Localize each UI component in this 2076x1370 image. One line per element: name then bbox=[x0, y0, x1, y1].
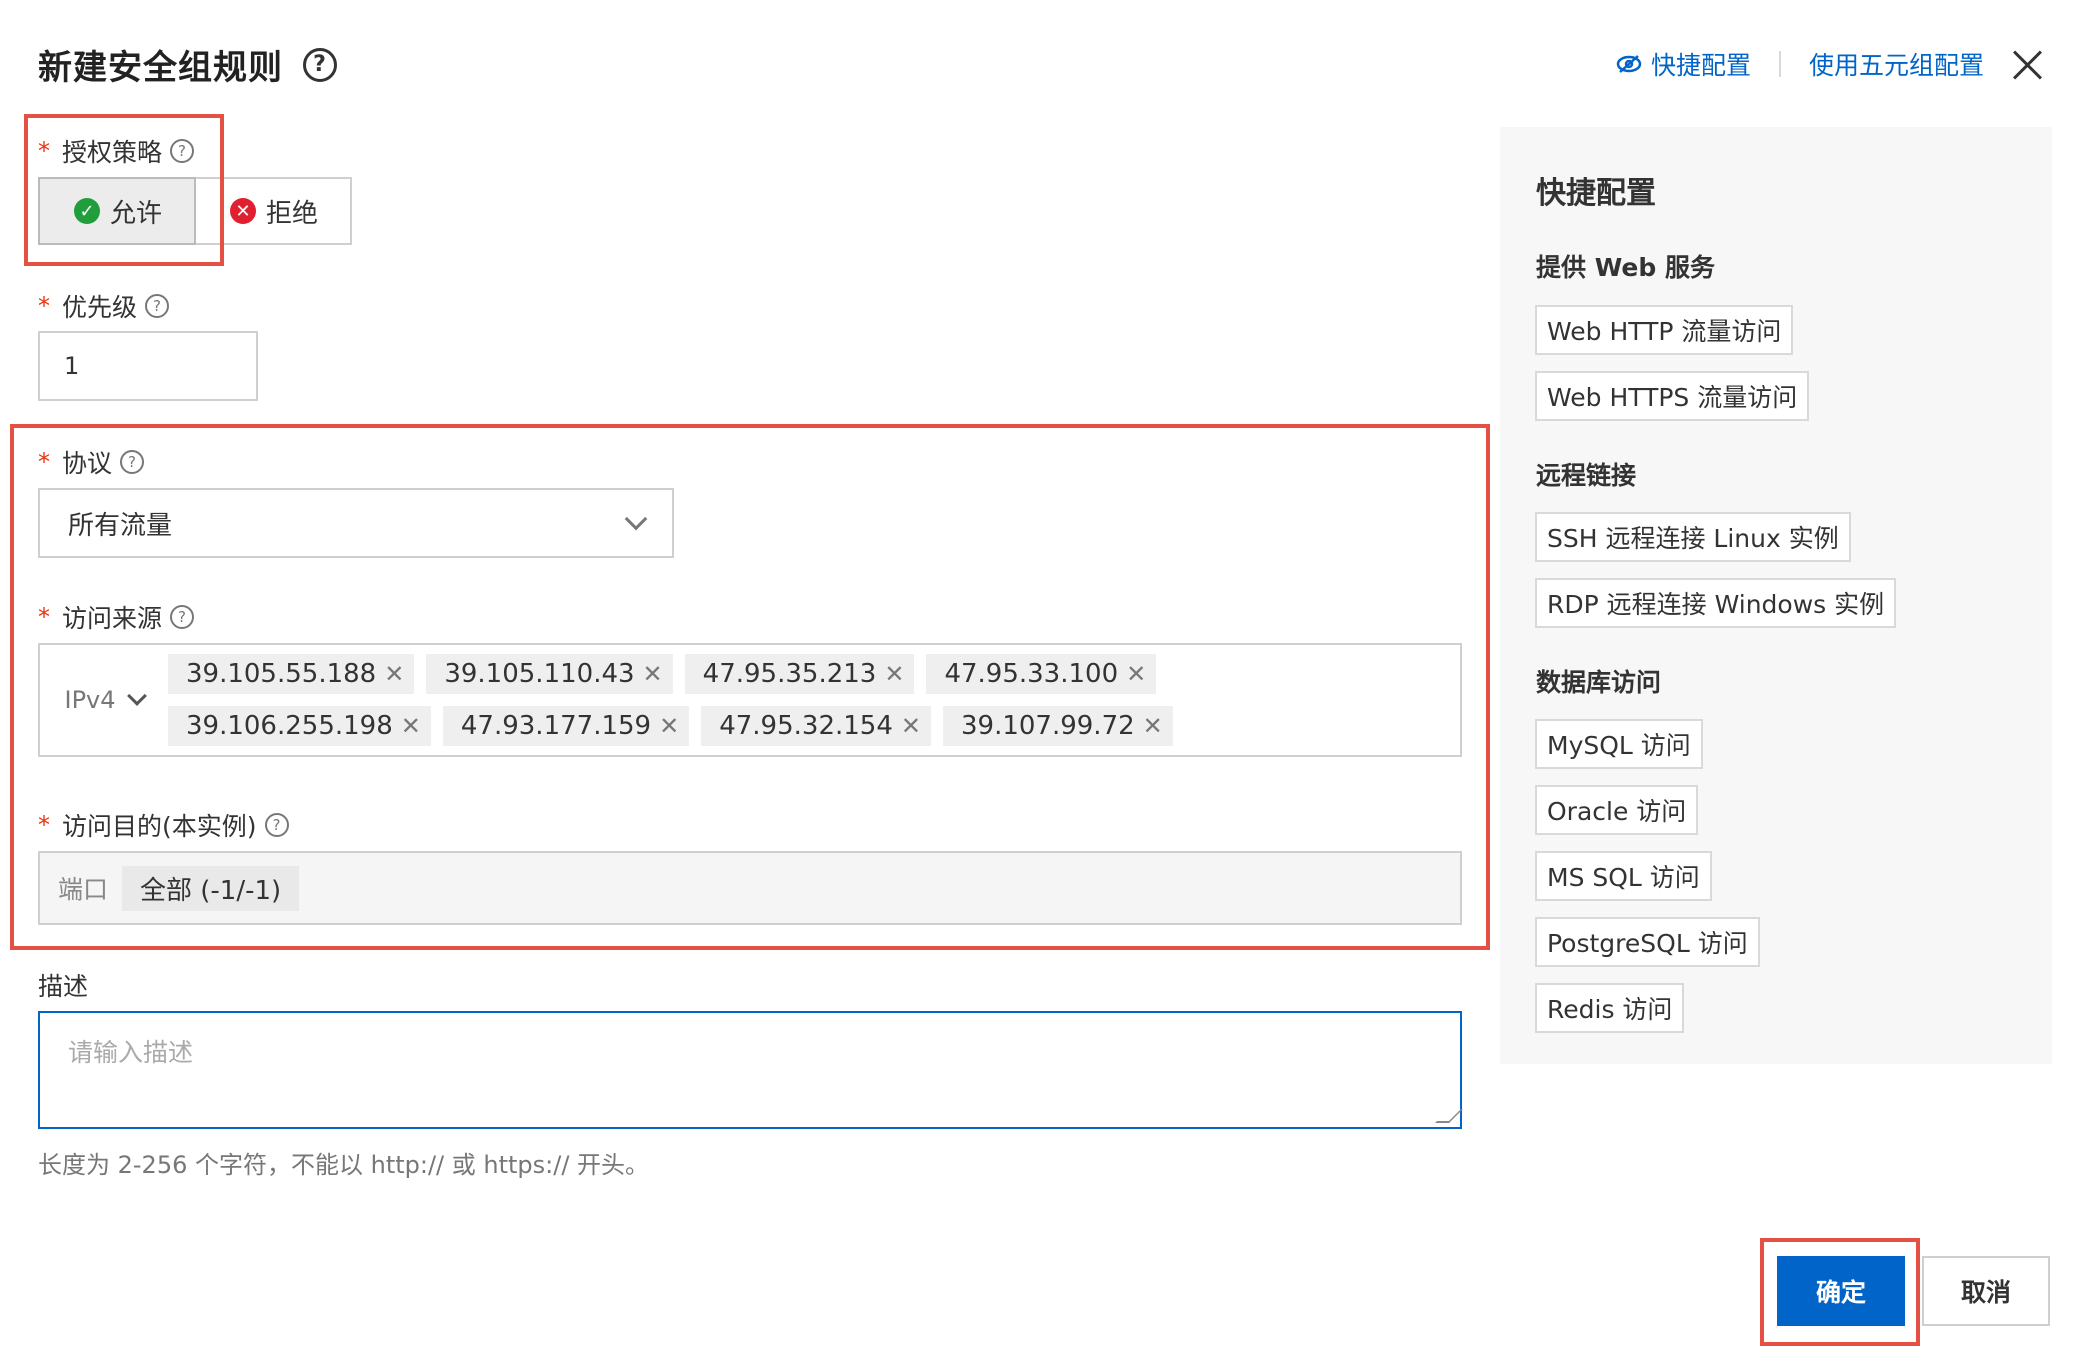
source-label-text: 访问来源 bbox=[62, 604, 163, 633]
destination-port-field: 端口 全部 (-1/-1) bbox=[38, 851, 1462, 925]
help-icon[interactable]: ? bbox=[170, 605, 195, 629]
remove-tag-icon[interactable]: ✕ bbox=[384, 660, 404, 688]
quick-oracle-button[interactable]: Oracle 访问 bbox=[1535, 785, 1699, 835]
ip-tag: 39.106.255.198 ✕ bbox=[168, 706, 431, 746]
ip-tag-label: 47.95.33.100 bbox=[944, 659, 1119, 689]
resize-handle-icon[interactable] bbox=[1435, 1109, 1463, 1123]
description-placeholder: 请输入描述 bbox=[68, 1038, 194, 1067]
quick-rdp-button[interactable]: RDP 远程连接 Windows 实例 bbox=[1535, 578, 1897, 628]
help-icon[interactable]: ? bbox=[170, 139, 195, 163]
ip-tag: 39.105.110.43 ✕ bbox=[426, 654, 673, 694]
ip-tag-label: 39.107.99.72 bbox=[960, 711, 1135, 741]
ip-tag-label: 47.93.177.159 bbox=[460, 711, 652, 741]
group-db-title: 数据库访问 bbox=[1536, 668, 1662, 697]
quick-mssql-button[interactable]: MS SQL 访问 bbox=[1535, 851, 1712, 901]
eye-slash-icon bbox=[1616, 55, 1642, 73]
ip-tag: 47.93.177.159 ✕ bbox=[442, 706, 690, 746]
group-web-title: 提供 Web 服务 bbox=[1536, 253, 1715, 282]
five-tuple-link[interactable]: 使用五元组配置 bbox=[1809, 46, 1984, 82]
required-mark: * bbox=[38, 137, 50, 165]
policy-allow-button[interactable]: ✓ 允许 bbox=[38, 177, 197, 245]
description-hint: 长度为 2-256 个字符，不能以 http:// 或 https:// 开头。 bbox=[38, 1151, 650, 1179]
quick-config-title: 快捷配置 bbox=[1536, 176, 1656, 211]
ip-tag: 47.95.33.100 ✕ bbox=[926, 654, 1157, 694]
source-input[interactable]: IPv4 39.105.55.188 ✕ 39.105.110.43 ✕ 47.95… bbox=[38, 643, 1462, 757]
source-tag-list: 39.105.55.188 ✕ 39.105.110.43 ✕ 47.95.35.2… bbox=[168, 654, 1228, 746]
ip-tag: 47.95.35.213 ✕ bbox=[684, 654, 915, 694]
remove-tag-icon[interactable]: ✕ bbox=[1126, 660, 1146, 688]
destination-label-text: 访问目的(本实例) bbox=[62, 812, 257, 841]
protocol-select[interactable]: 所有流量 bbox=[38, 488, 674, 558]
ip-tag-label: 47.95.35.213 bbox=[702, 659, 877, 689]
header-links: 快捷配置 使用五元组配置 bbox=[1615, 46, 2042, 82]
remove-tag-icon[interactable]: ✕ bbox=[884, 660, 904, 688]
quick-ssh-button[interactable]: SSH 远程连接 Linux 实例 bbox=[1535, 512, 1851, 562]
help-icon[interactable]: ? bbox=[145, 294, 170, 318]
policy-deny-button[interactable]: ✕ 拒绝 bbox=[196, 177, 353, 245]
ip-tag-label: 39.106.255.198 bbox=[186, 711, 393, 741]
ip-version-select[interactable]: IPv4 bbox=[40, 686, 168, 714]
confirm-button[interactable]: 确定 bbox=[1777, 1256, 1905, 1326]
cancel-button[interactable]: 取消 bbox=[1922, 1256, 2050, 1326]
quick-web-https-button[interactable]: Web HTTPS 流量访问 bbox=[1535, 371, 1810, 421]
policy-deny-label: 拒绝 bbox=[266, 198, 319, 229]
ip-tag-label: 47.95.32.154 bbox=[719, 711, 893, 741]
quick-redis-button[interactable]: Redis 访问 bbox=[1535, 983, 1685, 1033]
quick-config-link[interactable]: 快捷配置 bbox=[1615, 46, 1751, 82]
required-mark: * bbox=[38, 811, 50, 839]
ip-tag-label: 39.105.55.188 bbox=[186, 659, 377, 689]
priority-label-text: 优先级 bbox=[62, 293, 138, 322]
quick-config-link-label: 快捷配置 bbox=[1650, 51, 1751, 80]
header-divider bbox=[1778, 51, 1781, 77]
port-label: 端口 bbox=[58, 875, 109, 904]
chevron-down-icon bbox=[624, 507, 648, 531]
protocol-select-value: 所有流量 bbox=[68, 510, 173, 541]
source-label: * 访问来源 ? bbox=[38, 599, 195, 635]
ip-tag: 47.95.32.154 ✕ bbox=[701, 706, 931, 746]
description-label-text: 描述 bbox=[38, 972, 89, 1001]
quick-mysql-button[interactable]: MySQL 访问 bbox=[1535, 719, 1703, 769]
x-circle-icon: ✕ bbox=[230, 198, 257, 224]
ip-tag: 39.107.99.72 ✕ bbox=[942, 706, 1173, 746]
policy-radio-group: ✓ 允许 ✕ 拒绝 bbox=[38, 177, 353, 245]
destination-label: * 访问目的(本实例) ? bbox=[38, 807, 289, 843]
help-icon[interactable]: ? bbox=[303, 47, 337, 82]
ip-tag-label: 39.105.110.43 bbox=[444, 659, 635, 689]
policy-label: * 授权策略 ? bbox=[38, 133, 195, 169]
dialog-title: 新建安全组规则 ? bbox=[38, 40, 337, 89]
close-icon[interactable] bbox=[2012, 49, 2042, 79]
policy-allow-label: 允许 bbox=[110, 198, 163, 229]
check-circle-icon: ✓ bbox=[74, 198, 100, 224]
required-mark: * bbox=[38, 292, 50, 320]
protocol-label: * 协议 ? bbox=[38, 444, 145, 480]
dialog-title-text: 新建安全组规则 bbox=[38, 48, 283, 88]
five-tuple-link-label: 使用五元组配置 bbox=[1808, 51, 1984, 80]
chevron-down-icon bbox=[126, 686, 147, 706]
help-icon[interactable]: ? bbox=[120, 450, 145, 474]
protocol-label-text: 协议 bbox=[62, 449, 113, 478]
priority-input[interactable]: 1 bbox=[38, 331, 258, 401]
group-remote-title: 远程链接 bbox=[1536, 461, 1637, 490]
remove-tag-icon[interactable]: ✕ bbox=[401, 712, 421, 740]
remove-tag-icon[interactable]: ✕ bbox=[659, 712, 679, 740]
remove-tag-icon[interactable]: ✕ bbox=[1143, 712, 1163, 740]
description-label: 描述 bbox=[38, 967, 88, 1003]
required-mark: * bbox=[38, 603, 50, 631]
ip-version-value: IPv4 bbox=[64, 686, 116, 714]
quick-postgresql-button[interactable]: PostgreSQL 访问 bbox=[1535, 917, 1760, 967]
policy-label-text: 授权策略 bbox=[62, 138, 163, 167]
required-mark: * bbox=[38, 448, 50, 476]
priority-label: * 优先级 ? bbox=[38, 288, 170, 324]
port-value: 全部 (-1/-1) bbox=[122, 865, 300, 911]
quick-web-http-button[interactable]: Web HTTP 流量访问 bbox=[1535, 305, 1794, 355]
remove-tag-icon[interactable]: ✕ bbox=[901, 712, 921, 740]
help-icon[interactable]: ? bbox=[264, 813, 289, 837]
ip-tag: 39.105.55.188 ✕ bbox=[168, 654, 415, 694]
description-textarea[interactable]: 请输入描述 bbox=[38, 1011, 1463, 1129]
remove-tag-icon[interactable]: ✕ bbox=[643, 660, 663, 688]
